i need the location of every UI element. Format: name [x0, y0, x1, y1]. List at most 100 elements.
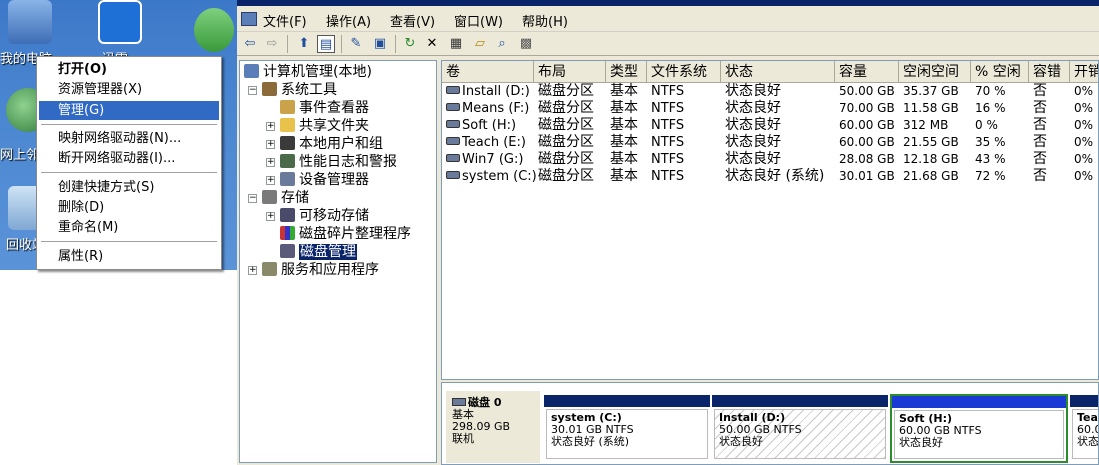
tree-item-perf-logs[interactable]: 性能日志和警报 [280, 153, 397, 171]
partition-install-d[interactable]: Install (D:) 50.00 GB NTFS 状态良好 [712, 395, 888, 461]
console-tree: 计算机管理(本地) − 系统工具 + 事件查看器 + 共享文件夹 + 本地用户和… [239, 60, 437, 463]
my-computer-icon[interactable] [8, 0, 52, 44]
toolbar-separator [341, 35, 342, 53]
tree-item-defrag[interactable]: 磁盘碎片整理程序 [280, 225, 411, 243]
volume-icon [446, 103, 460, 111]
table-row[interactable]: system (C:) 磁盘分区 基本 NTFS 状态良好 (系统) 30.01… [442, 168, 1098, 185]
column-header-type[interactable]: 类型 [606, 61, 647, 83]
tree-item-system-tools[interactable]: 系统工具 [262, 81, 337, 99]
disk-management-icon [280, 244, 295, 258]
refresh-icon[interactable]: ↻ [401, 35, 419, 53]
msn-icon[interactable] [194, 8, 234, 52]
volume-list: 卷 布局 类型 文件系统 状态 容量 空闲空间 % 空闲 容错 开销 Insta… [441, 60, 1099, 380]
disk-properties-icon[interactable]: ▦ [447, 35, 465, 53]
properties-icon[interactable]: ✎ [347, 35, 365, 53]
table-row[interactable]: Soft (H:) 磁盘分区 基本 NTFS 状态良好 60.00 GB 312… [442, 117, 1098, 134]
menu-separator [41, 172, 217, 173]
column-header-overhead[interactable]: 开销 [1070, 61, 1098, 83]
folder-icon [280, 118, 295, 132]
event-viewer-icon [280, 100, 295, 114]
tree-item-shared-folders[interactable]: 共享文件夹 [280, 117, 369, 135]
menu-item-open[interactable]: 打开(O) [39, 60, 219, 79]
services-icon [262, 262, 277, 276]
tools-icon [262, 82, 277, 96]
menu-separator [41, 241, 217, 242]
toolbar-separator [395, 35, 396, 53]
show-hide-tree-icon[interactable]: ▤ [317, 35, 335, 53]
column-header-fault-tolerance[interactable]: 容错 [1029, 61, 1070, 83]
tree-item-event-viewer[interactable]: 事件查看器 [280, 99, 369, 117]
column-header-volume[interactable]: 卷 [442, 61, 534, 83]
menu-item-properties[interactable]: 属性(R) [39, 247, 219, 266]
tree-item-storage[interactable]: 存储 [262, 189, 309, 207]
column-header-percent-free[interactable]: % 空闲 [971, 61, 1029, 83]
collapse-storage-icon[interactable]: − [248, 194, 257, 203]
menu-view[interactable]: 查看(V) [390, 11, 435, 30]
partition-system-c[interactable]: system (C:) 30.01 GB NTFS 状态良好 (系统) [544, 395, 710, 461]
disk-status: 联机 [452, 432, 474, 445]
help-icon[interactable]: ▣ [371, 35, 389, 53]
volume-list-header: 卷 布局 类型 文件系统 状态 容量 空闲空间 % 空闲 容错 开销 [442, 61, 1098, 83]
table-row[interactable]: Means (F:) 磁盘分区 基本 NTFS 状态良好 70.00 GB 11… [442, 100, 1098, 117]
tree-item-removable-storage[interactable]: 可移动存储 [280, 207, 369, 225]
delete-icon[interactable]: ✕ [423, 35, 441, 53]
disk-0-info[interactable]: 磁盘 0 基本 298.09 GB 联机 [446, 391, 540, 463]
settings-icon[interactable]: ▩ [517, 35, 535, 53]
menu-item-rename[interactable]: 重命名(M) [39, 218, 219, 237]
menu-item-disconnect-drive[interactable]: 断开网络驱动器(I)... [39, 149, 219, 168]
volume-icon [446, 86, 460, 94]
expand-event-viewer-icon[interactable]: + [266, 122, 275, 131]
tree-item-device-manager[interactable]: 设备管理器 [280, 171, 369, 189]
defrag-icon [280, 226, 295, 240]
column-header-capacity[interactable]: 容量 [835, 61, 899, 83]
table-row[interactable]: Install (D:) 磁盘分区 基本 NTFS 状态良好 50.00 GB … [442, 83, 1098, 100]
menu-separator [41, 124, 217, 125]
tree-item-services-apps[interactable]: 服务和应用程序 [262, 261, 379, 279]
up-folder-icon[interactable]: ⬆ [295, 35, 313, 53]
menu-item-create-shortcut[interactable]: 创建快捷方式(S) [39, 178, 219, 197]
column-header-status[interactable]: 状态 [721, 61, 835, 83]
back-arrow-icon[interactable]: ⇦ [241, 35, 259, 53]
menu-action[interactable]: 操作(A) [326, 11, 371, 30]
menu-bar: 文件(F) 操作(A) 查看(V) 窗口(W) 帮助(H) [237, 6, 1099, 32]
users-icon [280, 136, 295, 150]
menu-item-explorer[interactable]: 资源管理器(X) [39, 80, 219, 99]
expand-services-icon[interactable]: + [248, 266, 257, 275]
menu-item-delete[interactable]: 删除(D) [39, 198, 219, 217]
volume-icon [446, 137, 460, 145]
app-icon[interactable] [241, 12, 257, 26]
partition-teach-e[interactable]: Teac 60.0 状态 [1070, 395, 1098, 461]
column-header-layout[interactable]: 布局 [534, 61, 606, 83]
column-header-filesystem[interactable]: 文件系统 [647, 61, 721, 83]
menu-file[interactable]: 文件(F) [263, 11, 307, 30]
partition-soft-h[interactable]: Soft (H:) 60.00 GB NTFS 状态良好 [890, 394, 1068, 463]
expand-perf-logs-icon[interactable]: + [266, 176, 275, 185]
volume-icon [446, 154, 460, 162]
tree-item-disk-management[interactable]: 磁盘管理 [280, 243, 357, 261]
thunder-icon[interactable] [98, 0, 142, 44]
toolbar: ⇦ ⇨ ⬆ ▤ ✎ ▣ ↻ ✕ ▦ ▱ ⌕ ▩ [237, 32, 1099, 56]
menu-window[interactable]: 窗口(W) [454, 11, 503, 30]
menu-item-map-drive[interactable]: 映射网络驱动器(N)... [39, 129, 219, 148]
menu-help[interactable]: 帮助(H) [522, 11, 568, 30]
expand-removable-storage-icon[interactable]: + [266, 212, 275, 221]
expand-local-users-icon[interactable]: + [266, 158, 275, 167]
collapse-system-tools-icon[interactable]: − [248, 86, 257, 95]
table-row[interactable]: Teach (E:) 磁盘分区 基本 NTFS 状态良好 60.00 GB 21… [442, 134, 1098, 151]
table-row[interactable]: Win7 (G:) 磁盘分区 基本 NTFS 状态良好 28.08 GB 12.… [442, 151, 1098, 168]
tree-item-root[interactable]: 计算机管理(本地) [244, 63, 372, 81]
disk-icon [452, 398, 466, 406]
removable-storage-icon [280, 208, 295, 222]
performance-icon [280, 154, 295, 168]
expand-shared-folders-icon[interactable]: + [266, 140, 275, 149]
column-header-free-space[interactable]: 空闲空间 [899, 61, 971, 83]
tree-item-local-users[interactable]: 本地用户和组 [280, 135, 383, 153]
device-manager-icon [280, 172, 295, 186]
search-icon[interactable]: ⌕ [493, 35, 511, 53]
open-folder-icon[interactable]: ▱ [471, 35, 489, 53]
computer-management-window: 文件(F) 操作(A) 查看(V) 窗口(W) 帮助(H) ⇦ ⇨ ⬆ ▤ ✎ … [237, 0, 1099, 465]
disk-graphical-view: 磁盘 0 基本 298.09 GB 联机 system (C:) 30.01 G… [441, 382, 1099, 465]
toolbar-separator [287, 35, 288, 53]
menu-item-manage[interactable]: 管理(G) [39, 101, 219, 120]
forward-arrow-icon[interactable]: ⇨ [263, 35, 281, 53]
